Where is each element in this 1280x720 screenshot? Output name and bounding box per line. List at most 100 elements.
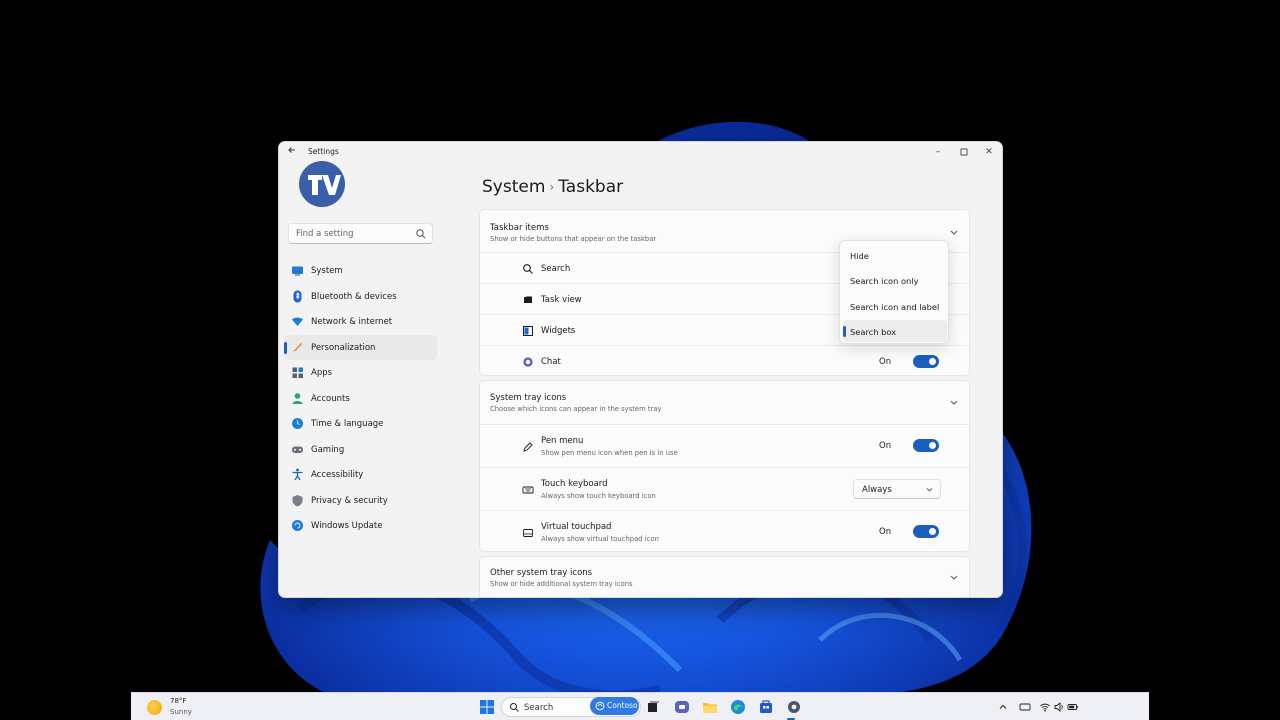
contoso-icon	[595, 701, 605, 711]
sidebar-nav: System Bluetooth & devices Network & inter…	[284, 258, 437, 539]
touchpad-icon	[523, 529, 533, 537]
tray-item-row: Pen menu Show pen menu icon when pen is …	[480, 424, 969, 467]
sidebar-item-accounts[interactable]: Accounts	[284, 386, 437, 412]
keyboard-icon[interactable]	[1019, 701, 1031, 713]
start-icon[interactable]	[478, 698, 496, 716]
sidebar-item-network-internet[interactable]: Network & internet	[284, 309, 437, 335]
sidebar-item-label: Accounts	[311, 393, 350, 404]
sidebar-item-label: Accessibility	[311, 470, 364, 480]
system-tray-header[interactable]: System tray icons Choose which icons can…	[480, 381, 969, 423]
chevron-up-icon[interactable]	[997, 701, 1009, 713]
title-bar: Settings – ✕	[279, 142, 1002, 162]
toggle-knob	[929, 358, 936, 365]
sidebar-item-privacy-security[interactable]: Privacy & security	[284, 488, 437, 514]
search-options-menu: Hide Search icon only Search icon and la…	[839, 240, 949, 344]
weather-condition[interactable]: Sunny	[170, 708, 192, 716]
breadcrumb-parent[interactable]: System	[482, 177, 545, 197]
sidebar-item-apps[interactable]: Apps	[284, 360, 437, 386]
section-title: Other system tray icons	[490, 568, 593, 578]
other-tray-card[interactable]: Other system tray icons Show or hide add…	[479, 556, 970, 597]
system-tray	[997, 699, 1097, 715]
taskbar: 78°F Sunny Search Contoso	[131, 692, 1149, 720]
tray-item-row: Virtual touchpad Always show virtual tou…	[480, 510, 969, 553]
sidebar-item-personalization[interactable]: Personalization	[284, 334, 437, 360]
menu-item-search-box[interactable]: Search box	[843, 320, 947, 342]
menu-item-search-icon-and-label[interactable]: Search icon and label	[843, 295, 947, 317]
toggle-knob	[929, 442, 936, 449]
apps-icon	[292, 367, 303, 378]
settings-gear-icon[interactable]	[785, 698, 803, 716]
desktop: Settings – ✕ Find a setting System Blueto…	[0, 0, 1280, 720]
toggle-switch[interactable]	[913, 525, 939, 538]
accessibility-icon	[292, 468, 303, 481]
row-label: Chat	[541, 357, 561, 367]
sidebar-item-label: Bluetooth & devices	[311, 291, 397, 302]
contoso-badge-wrap[interactable]: Contoso	[590, 697, 639, 715]
menu-item-label: Search icon only	[850, 276, 919, 286]
menu-item-search-icon-only[interactable]: Search icon only	[843, 269, 947, 291]
file-explorer-icon[interactable]	[701, 698, 719, 716]
sidebar-item-system[interactable]: System	[284, 258, 437, 284]
sidebar-item-gaming[interactable]: Gaming	[284, 437, 437, 463]
chat-toggle[interactable]: On	[879, 355, 939, 369]
back-arrow-icon[interactable]	[285, 145, 299, 159]
find-setting-input[interactable]: Find a setting	[288, 223, 433, 244]
profile-logo[interactable]	[299, 161, 345, 207]
tv-logo-icon	[300, 162, 344, 206]
sidebar-item-label: Windows Update	[311, 521, 383, 531]
store-icon[interactable]	[757, 698, 775, 716]
sidebar-item-accessibility[interactable]: Accessibility	[284, 462, 437, 488]
minimize-button[interactable]: –	[926, 144, 950, 160]
settings-window: Settings – ✕ Find a setting System Blueto…	[278, 141, 1003, 598]
sidebar-item-label: Time & language	[311, 419, 384, 429]
page-title: Taskbar	[558, 177, 624, 197]
sidebar-item-label: Network & internet	[311, 317, 393, 327]
weather-temperature[interactable]: 78°F	[170, 697, 186, 705]
sidebar-item-label: Gaming	[311, 444, 345, 455]
row-description: Show pen menu icon when pen is in use	[541, 449, 678, 457]
toggle-state: On	[879, 357, 892, 367]
chevron-down-icon[interactable]	[948, 571, 960, 583]
sun-icon[interactable]	[147, 700, 162, 715]
sidebar-item-bluetooth-devices[interactable]: Bluetooth & devices	[284, 284, 437, 310]
keyboard-icon	[522, 486, 534, 494]
chevron-up-icon[interactable]	[948, 226, 960, 238]
wifi-icon	[292, 317, 303, 326]
update-icon	[292, 520, 303, 531]
task-view-icon[interactable]	[644, 698, 662, 716]
row-label: Task view	[541, 295, 582, 305]
task-view-icon	[524, 296, 532, 303]
sidebar-item-time-language[interactable]: Time & language	[284, 411, 437, 437]
toggle-knob	[929, 528, 936, 535]
row-description: Always show touch keyboard icon	[541, 492, 656, 500]
chevron-down-icon	[926, 488, 933, 492]
search-icon	[523, 264, 533, 274]
wifi-icon[interactable]	[1039, 701, 1051, 713]
edge-icon[interactable]	[729, 698, 747, 716]
window-title: Settings	[308, 147, 339, 156]
system-icon	[292, 266, 303, 276]
close-button[interactable]: ✕	[977, 144, 1001, 160]
sidebar-item-label: Personalization	[311, 342, 376, 353]
chat-icon[interactable]	[673, 698, 691, 716]
section-subtitle: Show or hide buttons that appear on the …	[490, 235, 657, 243]
virtual-touchpad-toggle[interactable]: On	[879, 525, 939, 539]
pen-menu-toggle[interactable]: On	[879, 439, 939, 453]
touch-keyboard-dropdown[interactable]: Always	[853, 479, 941, 499]
row-description: Always show virtual touchpad icon	[541, 535, 659, 543]
sidebar-item-label: Privacy & security	[311, 495, 388, 506]
menu-item-label: Hide	[850, 251, 869, 261]
maximize-button[interactable]	[952, 144, 976, 160]
battery-icon[interactable]	[1067, 701, 1079, 713]
toggle-switch[interactable]	[913, 355, 939, 368]
row-label: Pen menu	[541, 436, 584, 446]
chevron-up-icon[interactable]	[948, 396, 960, 408]
sidebar-item-windows-update[interactable]: Windows Update	[284, 513, 437, 539]
toggle-switch[interactable]	[913, 439, 939, 452]
menu-item-hide[interactable]: Hide	[843, 244, 947, 266]
tray-item-row: Touch keyboard Always show touch keyboar…	[480, 467, 969, 510]
section-subtitle: Show or hide additional system tray icon…	[490, 580, 633, 588]
search-icon	[510, 703, 519, 712]
search-label: Search	[524, 703, 554, 713]
volume-icon[interactable]	[1053, 701, 1065, 713]
